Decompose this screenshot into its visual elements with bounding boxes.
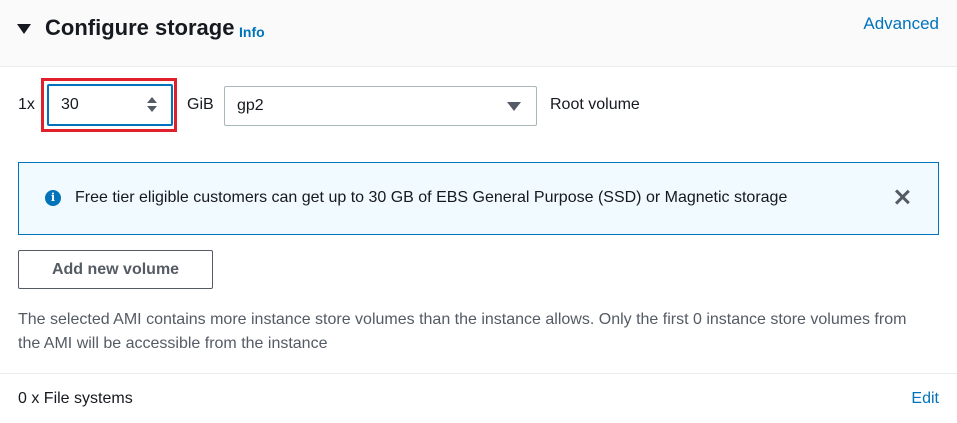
stepper-down-icon[interactable] [147,106,157,112]
volume-type-select[interactable]: gp2 [224,86,537,126]
root-volume-label: Root volume [550,96,640,113]
divider [0,373,957,374]
dropdown-arrow-icon [507,102,521,111]
close-icon[interactable] [892,187,912,207]
advanced-link[interactable]: Advanced [863,14,939,34]
info-icon: i [45,190,61,206]
volume-type-value: gp2 [237,97,264,114]
configure-storage-panel: Configure storage Info Advanced 1x 30 Gi… [0,0,957,423]
free-tier-alert: i Free tier eligible customers can get u… [18,162,939,235]
info-link[interactable]: Info [239,24,265,40]
file-systems-label: 0 x File systems [18,390,133,407]
volume-multiplier: 1x [18,96,35,113]
size-unit: GiB [187,96,214,113]
volume-size-input[interactable]: 30 [47,84,173,126]
volume-size-value: 30 [61,96,79,113]
collapse-caret-icon[interactable] [17,24,31,34]
section-title: Configure storage [45,15,235,40]
alert-message: Free tier eligible customers can get up … [75,189,788,206]
instance-store-notice: The selected AMI contains more instance … [18,311,907,352]
stepper-up-icon[interactable] [147,97,157,103]
stepper-icon[interactable] [147,96,159,114]
section-header: Configure storage Info Advanced [0,0,957,67]
edit-file-systems-link[interactable]: Edit [911,390,939,408]
add-new-volume-button[interactable]: Add new volume [18,250,213,289]
